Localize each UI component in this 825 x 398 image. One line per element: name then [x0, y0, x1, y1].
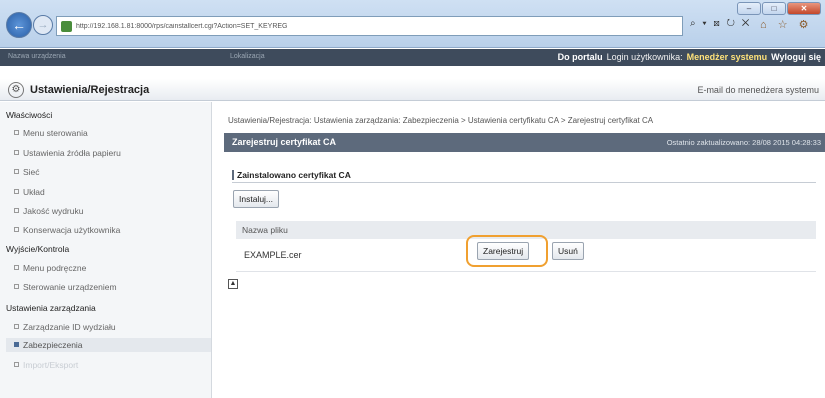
sidebar-item-import-export[interactable]: Import/Eksport [14, 360, 78, 370]
delete-button[interactable]: Usuń [552, 242, 584, 260]
forward-icon[interactable]: → [33, 15, 53, 35]
email-admin-link[interactable]: E-mail do menedżera systemu [697, 85, 819, 95]
portal-link[interactable]: Do portalu [558, 52, 603, 62]
device-location: Lokalizacja [230, 53, 265, 60]
sidebar-item-security[interactable]: Zabezpieczenia [6, 338, 211, 352]
minimize-button[interactable]: – [737, 2, 761, 15]
gear-icon: ⚙ [8, 82, 24, 98]
browser-titlebar: – □ ✕ ← → http://192.168.1.81:8000/rps/c… [0, 0, 825, 48]
address-controls[interactable]: ⌕ ▾ ⊠ ↻ ✕ [690, 18, 751, 29]
section-bar: ⚙ Ustawienia/Rejestracja E-mail do mened… [0, 79, 825, 101]
row-divider [236, 271, 816, 272]
sidebar-item-device-control[interactable]: Sterowanie urządzeniem [14, 282, 117, 292]
sidebar-item-user-maintenance[interactable]: Konserwacja użytkownika [14, 225, 120, 235]
page-title: Zarejestruj certyfikat CA [232, 137, 337, 147]
register-button[interactable]: Zarejestruj [477, 242, 530, 260]
bullet-icon [14, 284, 19, 289]
favicon-icon [61, 20, 72, 32]
browser-tools-icons[interactable]: ⌂ ☆ ⚙ [760, 18, 812, 31]
bullet-icon [14, 150, 19, 155]
breadcrumb: Ustawienia/Rejestracja: Ustawienia zarzą… [228, 116, 654, 125]
bullet-icon [14, 227, 19, 232]
bullet-icon [14, 342, 19, 347]
install-button[interactable]: Instaluj... [233, 190, 280, 208]
sidebar-item-layout[interactable]: Układ [14, 187, 45, 197]
close-button[interactable]: ✕ [787, 2, 821, 15]
column-header-file-name: Nazwa pliku [242, 225, 288, 235]
user-info: Do portalu Login użytkownika: Menedżer s… [558, 52, 821, 62]
login-user: Menedżer systemu [686, 52, 768, 62]
sidebar-item-control-menu[interactable]: Menu sterowania [14, 128, 88, 138]
bullet-icon [14, 265, 19, 270]
bullet-icon [14, 169, 19, 174]
bullet-icon [14, 324, 19, 329]
sidebar-item-paper-source[interactable]: Ustawienia źródła papieru [14, 148, 121, 158]
url-text: http://192.168.1.81:8000/rps/cainstallce… [76, 22, 288, 30]
device-name: Nazwa urządzenia [8, 53, 66, 60]
window-controls: – □ ✕ [737, 2, 821, 15]
maximize-button[interactable]: □ [762, 2, 786, 15]
address-bar[interactable]: http://192.168.1.81:8000/rps/cainstallce… [56, 16, 683, 36]
logout-link[interactable]: Wyloguj się [771, 52, 821, 62]
divider [232, 182, 816, 183]
bullet-icon [14, 130, 19, 135]
sidebar-item-print-quality[interactable]: Jakość wydruku [14, 206, 83, 216]
sidebar-group-properties[interactable]: Właściwości [6, 110, 52, 120]
sidebar-group-management[interactable]: Ustawienia zarządzania [6, 303, 96, 313]
table-cell-file-name: EXAMPLE.cer [244, 250, 302, 260]
back-icon[interactable]: ← [6, 12, 32, 38]
sidebar-item-quick-menu[interactable]: Menu podręczne [14, 263, 86, 273]
section-title: Ustawienia/Rejestracja [30, 84, 150, 96]
sidebar-item-network[interactable]: Sieć [14, 167, 40, 177]
bullet-icon [14, 189, 19, 194]
back-to-top-icon[interactable]: ▲ [228, 279, 238, 289]
bullet-icon [14, 208, 19, 213]
sidebar-group-output-control[interactable]: Wyjście/Kontrola [6, 244, 69, 254]
device-header: Nazwa urządzenia Lokalizacja Do portalu … [0, 49, 825, 66]
page-title-bar: Zarejestruj certyfikat CA Ostatnio zaktu… [224, 133, 825, 152]
bullet-icon [14, 362, 19, 367]
login-label: Login użytkownika: [606, 52, 683, 62]
installed-cert-heading: Zainstalowano certyfikat CA [232, 170, 351, 180]
sidebar-item-department-id[interactable]: Zarządzanie ID wydziału [14, 322, 116, 332]
last-updated: Ostatnio zaktualizowano: 28/08 2015 04:2… [666, 138, 821, 147]
